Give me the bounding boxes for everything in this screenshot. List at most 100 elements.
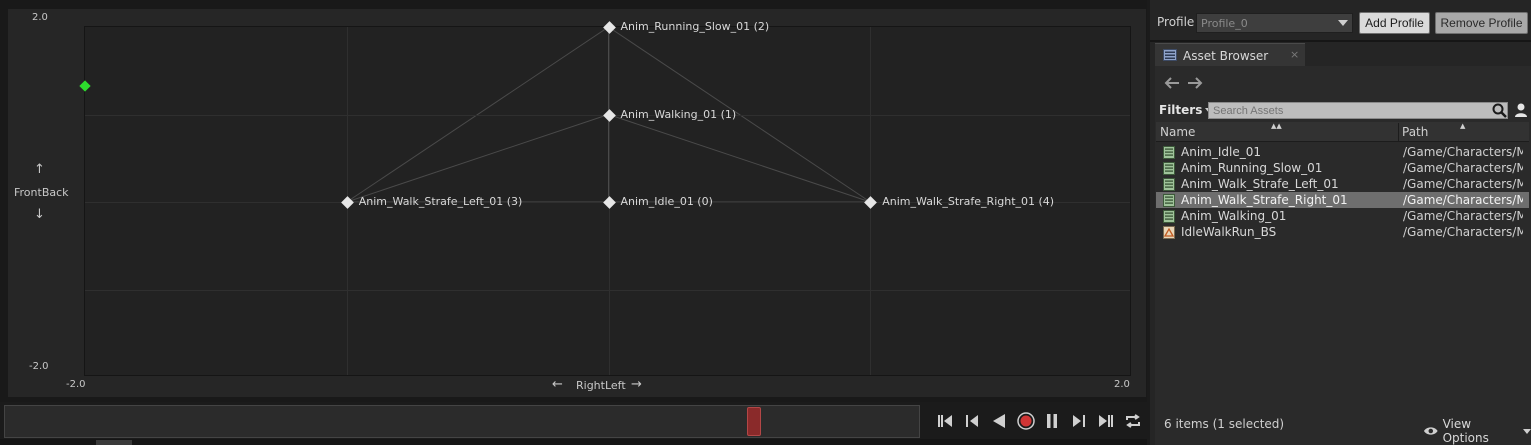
arrow-left-icon: ←	[552, 377, 563, 392]
asset-name: IdleWalkRun_BS	[1181, 225, 1277, 239]
play-reverse-icon	[992, 414, 1005, 428]
chevron-down-icon	[1338, 20, 1348, 26]
asset-name: Anim_Walk_Strafe_Left_01	[1181, 177, 1339, 191]
y-axis-min-label: -2.0	[29, 361, 49, 372]
blend-sample-label: Anim_Walking_01 (1)	[620, 107, 737, 121]
back-arrow-icon[interactable]	[1163, 75, 1181, 91]
x-axis-max-label: 2.0	[1114, 379, 1130, 390]
loop-icon	[1125, 414, 1140, 428]
animation-asset-icon	[1163, 210, 1175, 223]
tab-asset-browser[interactable]: Asset Browser ×	[1155, 43, 1305, 66]
record-button[interactable]	[1014, 407, 1037, 435]
animation-asset-icon	[1163, 194, 1175, 207]
search-assets-input[interactable]	[1208, 102, 1508, 119]
view-options-button[interactable]: View Options	[1423, 417, 1531, 445]
asset-path: /Game/Characters/Mi:	[1403, 209, 1523, 223]
bottom-strip	[0, 439, 1147, 445]
sort-indicator-icon: ▲▲	[1271, 122, 1282, 130]
pause-icon	[1047, 414, 1058, 428]
profile-label: Profile	[1157, 15, 1195, 29]
timeline-scrubber[interactable]	[4, 405, 920, 438]
remove-profile-button[interactable]: Remove Profile	[1435, 12, 1528, 34]
filters-label: Filters	[1159, 103, 1203, 117]
y-axis-max-label: 2.0	[32, 12, 48, 23]
chevron-down-icon	[1523, 428, 1531, 434]
animation-asset-icon	[1163, 178, 1175, 191]
skip-to-end-button[interactable]	[1095, 407, 1118, 435]
column-header-path[interactable]: Path	[1402, 125, 1428, 139]
eye-icon	[1423, 427, 1438, 435]
filters-dropdown[interactable]: Filters	[1159, 103, 1214, 117]
asset-path: /Game/Characters/Mi:	[1403, 193, 1523, 207]
asset-browser-tab-label: Asset Browser	[1183, 49, 1269, 63]
blend-space-graph-panel: 2.0 -2.0 -2.0 2.0 ↑ FrontBack ↓ ← RightL…	[0, 0, 1147, 402]
profile-dropdown-value: Profile_0	[1201, 17, 1248, 30]
arrow-right-icon: →	[631, 377, 642, 392]
asset-row[interactable]: Anim_Idle_01/Game/Characters/Mi:	[1156, 144, 1529, 160]
column-header-name[interactable]: Name	[1160, 125, 1195, 139]
search-icon[interactable]	[1492, 103, 1507, 118]
play-reverse-button[interactable]	[988, 407, 1011, 435]
loop-button[interactable]	[1121, 407, 1144, 435]
asset-path: /Game/Characters/Mi:	[1403, 177, 1523, 191]
blendspace-asset-icon	[1163, 226, 1175, 239]
skip-to-start-button[interactable]	[934, 407, 957, 435]
asset-row[interactable]: Anim_Walking_01/Game/Characters/Mi:	[1156, 208, 1529, 224]
asset-browser: Filters Name ▲▲ Path ▲ Anim_Idle_01/Game…	[1155, 66, 1531, 445]
x-axis-name: RightLeft	[576, 379, 626, 392]
item-count-status: 6 items (1 selected)	[1164, 417, 1285, 431]
asset-name: Anim_Idle_01	[1181, 145, 1261, 159]
asset-row[interactable]: Anim_Running_Slow_01/Game/Characters/Mi:	[1156, 160, 1529, 176]
blend-sample-label: Anim_Walk_Strafe_Right_01 (4)	[882, 195, 1055, 208]
grid-line-horizontal	[85, 289, 1130, 291]
asset-list-header: Name ▲▲ Path ▲	[1156, 122, 1529, 142]
asset-path: /Game/Characters/Mi:	[1403, 225, 1523, 239]
scrub-handle[interactable]	[747, 407, 762, 436]
view-options-label: View Options	[1442, 417, 1489, 445]
sort-indicator-icon: ▲	[1460, 122, 1466, 130]
blend-space-plot-area[interactable]: Anim_Running_Slow_01 (2) Anim_Walking_01 …	[79, 20, 1131, 376]
skip-to-end-icon	[1098, 415, 1113, 427]
triangulation-edge	[608, 114, 871, 203]
blend-space-editor: 2.0 -2.0 -2.0 2.0 ↑ FrontBack ↓ ← RightL…	[0, 0, 1531, 445]
panel-divider	[1150, 40, 1531, 42]
x-axis-min-label: -2.0	[66, 379, 86, 390]
transport-controls	[934, 405, 1144, 437]
add-profile-button[interactable]: Add Profile	[1359, 12, 1430, 34]
step-back-button[interactable]	[961, 407, 984, 435]
asset-name: Anim_Walking_01	[1181, 209, 1287, 223]
step-forward-icon	[1073, 415, 1086, 427]
skip-to-start-icon	[938, 415, 953, 427]
animation-asset-icon	[1163, 146, 1175, 159]
asset-row[interactable]: Anim_Walk_Strafe_Right_01/Game/Character…	[1156, 192, 1529, 208]
profile-row: Profile Profile_0 Add Profile Remove Pro…	[1150, 11, 1531, 34]
y-axis-name: FrontBack	[14, 186, 69, 199]
step-back-icon	[966, 415, 979, 427]
asset-path: /Game/Characters/Mi:	[1403, 161, 1523, 175]
triangulation-edge	[346, 114, 609, 203]
asset-row[interactable]: IdleWalkRun_BS/Game/Characters/Mi:	[1156, 224, 1529, 240]
asset-name: Anim_Walk_Strafe_Right_01	[1181, 193, 1348, 207]
asset-browser-icon	[1163, 49, 1177, 61]
graph-frame[interactable]: 2.0 -2.0 -2.0 2.0 ↑ FrontBack ↓ ← RightL…	[8, 9, 1146, 397]
close-icon[interactable]: ×	[1290, 48, 1299, 61]
column-separator[interactable]	[1398, 123, 1399, 141]
animation-asset-icon	[1163, 162, 1175, 175]
arrow-up-icon: ↑	[34, 162, 45, 177]
bottom-tab[interactable]	[96, 440, 132, 445]
asset-list: Anim_Idle_01/Game/Characters/Mi: Anim_Run…	[1156, 144, 1529, 240]
user-icon[interactable]	[1514, 102, 1528, 118]
step-forward-button[interactable]	[1068, 407, 1091, 435]
blend-sample-label: Anim_Running_Slow_01 (2)	[620, 20, 770, 33]
blend-sample-label: Anim_Idle_01 (0)	[620, 195, 713, 208]
right-panel: Profile Profile_0 Add Profile Remove Pro…	[1150, 0, 1531, 445]
arrow-down-icon: ↓	[34, 207, 45, 222]
pause-button[interactable]	[1041, 407, 1064, 435]
asset-name: Anim_Running_Slow_01	[1181, 161, 1323, 175]
forward-arrow-icon[interactable]	[1186, 75, 1204, 91]
asset-row[interactable]: Anim_Walk_Strafe_Left_01/Game/Characters…	[1156, 176, 1529, 192]
record-icon	[1016, 412, 1035, 430]
profile-dropdown[interactable]: Profile_0	[1196, 13, 1353, 33]
asset-path: /Game/Characters/Mi:	[1403, 145, 1523, 159]
blend-sample-label: Anim_Walk_Strafe_Left_01 (3)	[358, 195, 523, 208]
